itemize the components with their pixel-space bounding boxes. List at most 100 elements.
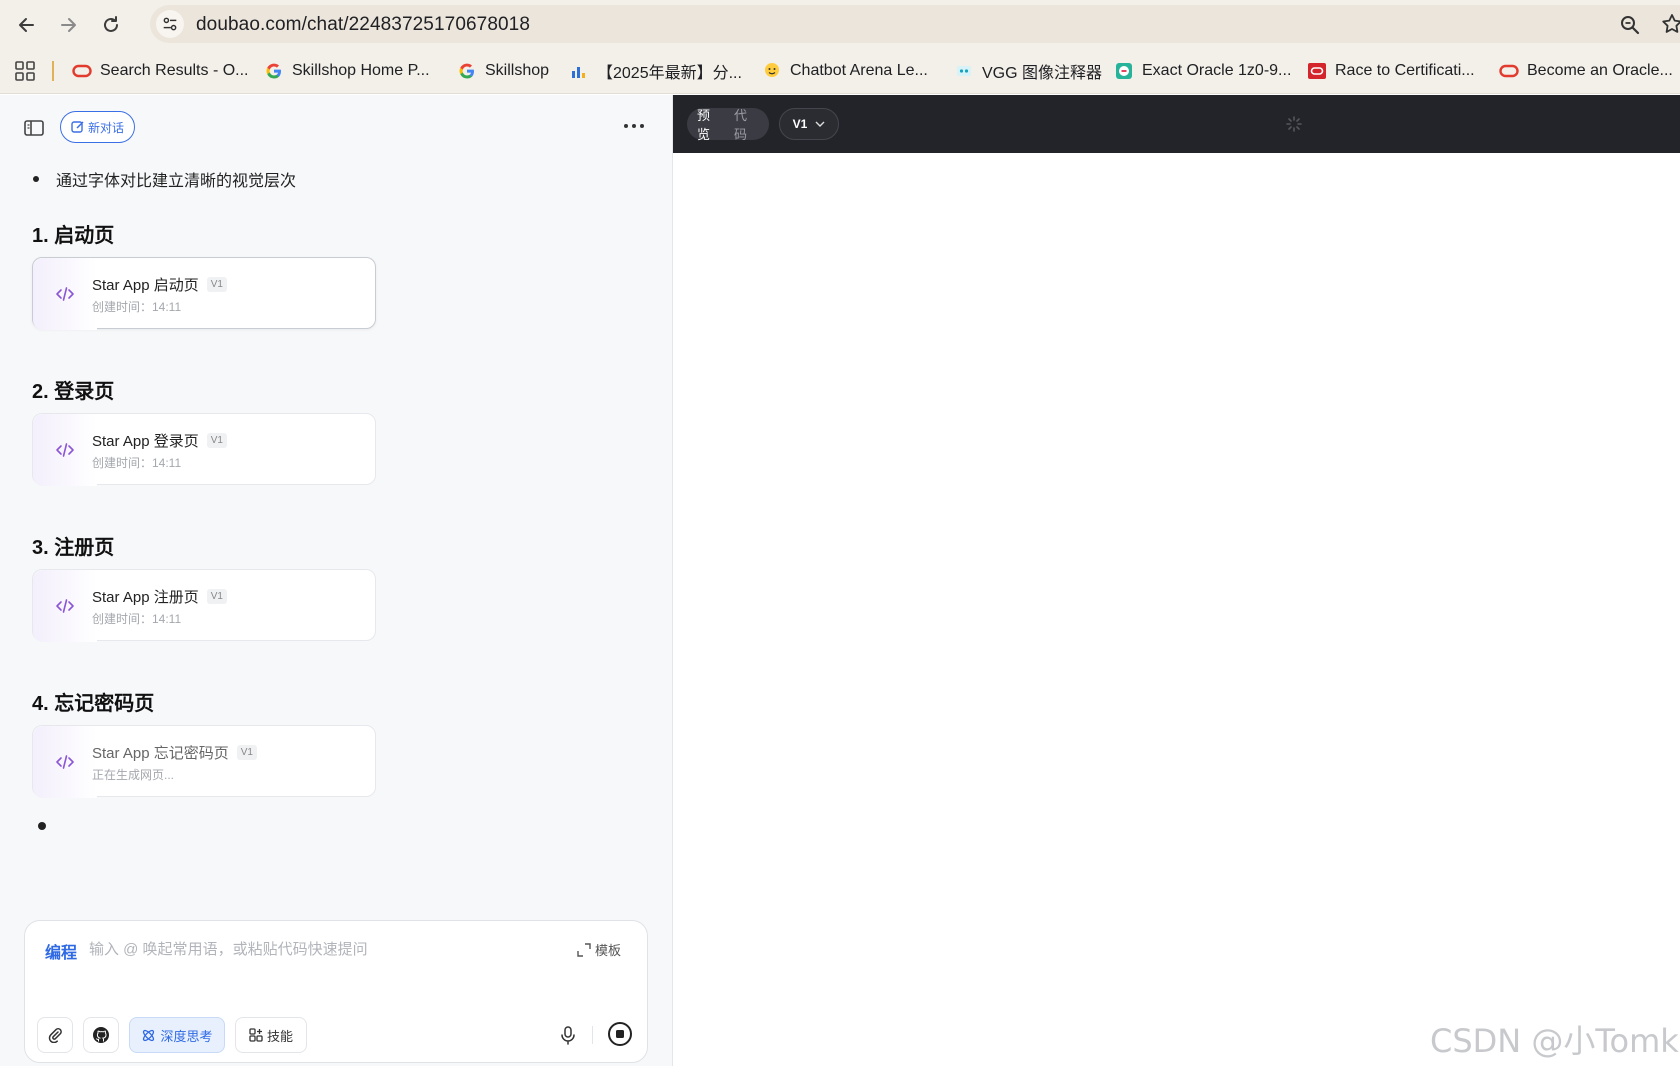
code-icon: [33, 258, 97, 330]
bookmark-label: 【2025年最新】分...: [597, 65, 742, 82]
github-icon: [93, 1027, 109, 1043]
message-input[interactable]: [89, 937, 529, 961]
bullet-dot: [33, 176, 39, 182]
microphone-icon[interactable]: [557, 1024, 579, 1046]
typing-indicator: [38, 822, 46, 830]
artifact-title: Star App 忘记密码页 V1: [92, 742, 257, 763]
artifact-meta: 创建时间：14:11: [92, 612, 182, 626]
bookmark-label: VGG 图像注释器: [982, 65, 1103, 82]
forward-button[interactable]: [53, 10, 83, 40]
new-chat-button[interactable]: 新对话: [60, 111, 135, 143]
reload-button[interactable]: [96, 10, 126, 40]
template-button[interactable]: 模板: [577, 940, 621, 959]
code-icon: [33, 414, 97, 486]
tab-preview[interactable]: 预览: [691, 105, 728, 143]
url-text[interactable]: doubao.com/chat/22483725170678018: [196, 14, 530, 36]
url-field[interactable]: doubao.com/chat/22483725170678018: [150, 5, 1680, 43]
version-badge: V1: [236, 745, 257, 760]
zoom-icon[interactable]: [1618, 13, 1642, 37]
preview-code-toggle: 预览 代码: [687, 105, 769, 143]
bookmark-item[interactable]: Skillshop Home P...: [264, 58, 430, 84]
oracle-square-icon: [1307, 61, 1327, 81]
site-info-button[interactable]: [156, 10, 184, 38]
tab-code[interactable]: 代码: [728, 105, 765, 143]
skills-button[interactable]: 技能: [235, 1017, 307, 1053]
mode-tag[interactable]: 编程: [45, 939, 77, 963]
artifact-title-text: Star App 启动页: [92, 277, 199, 294]
bookmark-item[interactable]: Race to Certificati...: [1307, 58, 1475, 84]
sidebar-toggle-icon[interactable]: [24, 119, 44, 137]
version-select[interactable]: V1: [779, 108, 839, 140]
vgg-icon: [954, 61, 974, 81]
stop-generation-icon[interactable]: [607, 1021, 633, 1047]
expand-icon: [577, 942, 591, 957]
oracle-icon: [1499, 61, 1519, 81]
version-badge: V1: [206, 433, 227, 448]
attach-button[interactable]: [37, 1017, 73, 1053]
browser-address-bar: doubao.com/chat/22483725170678018: [0, 0, 1680, 48]
bookmark-item[interactable]: Skillshop: [457, 58, 549, 84]
section-heading: 4. 忘记密码页: [32, 693, 155, 715]
deep-think-label: 深度思考: [160, 1028, 213, 1044]
hugging-face-icon: [762, 61, 782, 81]
more-options-icon[interactable]: [622, 117, 646, 135]
bookmark-label: Chatbot Arena Le...: [790, 62, 928, 79]
code-icon: [33, 570, 97, 642]
composer-separator: [592, 1026, 593, 1044]
section-heading: 3. 注册页: [32, 537, 115, 559]
artifact-meta: 正在生成网页...: [92, 768, 175, 782]
bookmarks-separator: [52, 61, 54, 81]
artifact-card[interactable]: Star App 启动页 V1 创建时间：14:11: [32, 257, 376, 330]
paperclip-icon: [48, 1027, 62, 1043]
bookmark-star-icon[interactable]: [1660, 12, 1680, 36]
preview-toolbar: 预览 代码 V1: [673, 95, 1680, 153]
new-chat-label: 新对话: [87, 120, 124, 135]
edit-icon: [71, 121, 84, 133]
apps-grid-icon[interactable]: [15, 61, 35, 81]
bullet-text: 通过字体对比建立清晰的视觉层次: [56, 173, 297, 190]
google-icon: [264, 61, 284, 81]
bookmark-item[interactable]: Search Results - O...: [72, 58, 249, 84]
section-heading: 2. 登录页: [32, 381, 115, 403]
artifact-card[interactable]: Star App 登录页 V1 创建时间：14:11: [32, 413, 376, 486]
tune-icon: [163, 17, 177, 31]
skills-label: 技能: [266, 1028, 293, 1044]
code-icon: [33, 726, 97, 798]
version-badge: V1: [206, 277, 227, 292]
github-button[interactable]: [83, 1017, 119, 1053]
watermark: CSDN @小Tomkk: [1430, 1022, 1680, 1060]
bookmark-item[interactable]: Chatbot Arena Le...: [762, 58, 928, 84]
version-badge: V1: [206, 589, 227, 604]
artifact-card[interactable]: Star App 忘记密码页 V1 正在生成网页...: [32, 725, 376, 798]
grid-plus-icon: [249, 1028, 263, 1042]
bookmark-label: Race to Certificati...: [1335, 62, 1475, 79]
bookmark-item[interactable]: 【2025年最新】分...: [569, 58, 742, 84]
artifact-title-text: Star App 登录页: [92, 433, 199, 450]
bookmark-item[interactable]: Become an Oracle...: [1499, 58, 1673, 84]
bookmark-label: Skillshop Home P...: [292, 62, 430, 79]
loading-spinner-icon: [1286, 116, 1302, 132]
template-label: 模板: [595, 943, 622, 958]
exam-icon: [1114, 61, 1134, 81]
bookmark-item[interactable]: VGG 图像注释器: [954, 58, 1102, 84]
artifact-card[interactable]: Star App 注册页 V1 创建时间：14:11: [32, 569, 376, 642]
preview-canvas: [673, 153, 1680, 1066]
deep-think-button[interactable]: 深度思考: [129, 1017, 225, 1053]
bookmarks-bar: Search Results - O... Skillshop Home P..…: [0, 48, 1680, 94]
artifact-title-text: Star App 忘记密码页: [92, 745, 229, 762]
artifact-meta: 创建时间：14:11: [92, 456, 182, 470]
version-value: V1: [792, 117, 808, 131]
atom-icon: [143, 1029, 155, 1041]
google-icon: [457, 61, 477, 81]
chart-icon: [569, 61, 589, 81]
section-heading: 1. 启动页: [32, 225, 115, 247]
artifact-title: Star App 启动页 V1: [92, 274, 227, 295]
artifact-meta: 创建时间：14:11: [92, 300, 182, 314]
chevron-down-icon: [815, 121, 825, 127]
reload-icon: [104, 16, 118, 32]
oracle-icon: [72, 61, 92, 81]
bookmark-item[interactable]: Exact Oracle 1z0-9...: [1114, 58, 1291, 84]
bookmark-label: Skillshop: [485, 62, 550, 79]
artifact-title-text: Star App 注册页: [92, 589, 199, 606]
back-button[interactable]: [12, 10, 42, 40]
